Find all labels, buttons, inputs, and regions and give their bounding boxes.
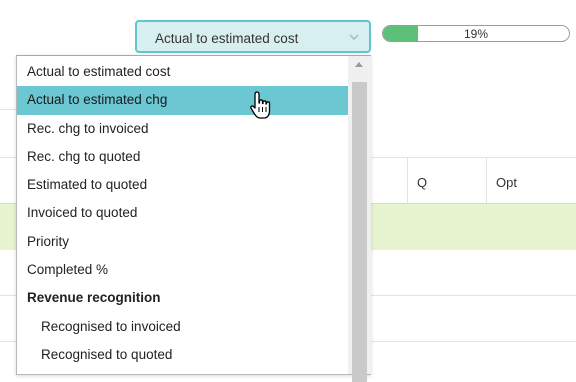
dropdown-option[interactable]: Recognised to invoiced	[17, 313, 348, 341]
column-divider	[407, 157, 408, 203]
hand-pointer-icon	[250, 91, 271, 119]
progress-label: 19%	[463, 27, 489, 41]
dropdown-option[interactable]: Rec. chg to quoted	[17, 143, 348, 171]
progress-bar: 19%	[382, 25, 570, 42]
option-list: Actual to estimated cost Actual to estima…	[17, 58, 348, 369]
dropdown-option[interactable]: Invoiced to quoted	[17, 199, 348, 227]
dropdown-option[interactable]: Rec. chg to invoiced	[17, 115, 348, 143]
dropdown-option[interactable]: Completed %	[17, 256, 348, 284]
table-top-border	[0, 109, 16, 110]
scrollbar-thumb[interactable]	[352, 82, 367, 382]
dropdown-option[interactable]: Actual to estimated cost	[17, 58, 348, 86]
dropdown-option[interactable]: Estimated to quoted	[17, 171, 348, 199]
column-header-q[interactable]: Q	[417, 175, 427, 190]
column-divider	[486, 157, 487, 203]
dropdown-option[interactable]: Actual to estimated chg	[17, 86, 348, 115]
dropdown-scrollbar[interactable]	[348, 56, 371, 382]
select-value: Actual to estimated cost	[155, 31, 299, 46]
dropdown-option[interactable]: Priority	[17, 228, 348, 256]
dropdown-option[interactable]: Recognised to quoted	[17, 341, 348, 369]
chevron-down-icon	[349, 34, 359, 41]
select-dropdown-list: Actual to estimated cost Actual to estima…	[16, 55, 371, 382]
scroll-up-arrow-icon[interactable]	[355, 62, 363, 67]
option-group-header: Revenue recognition	[27, 290, 161, 306]
column-header-opt[interactable]: Opt	[496, 175, 517, 190]
cost-comparison-select[interactable]: Actual to estimated cost	[135, 20, 371, 53]
